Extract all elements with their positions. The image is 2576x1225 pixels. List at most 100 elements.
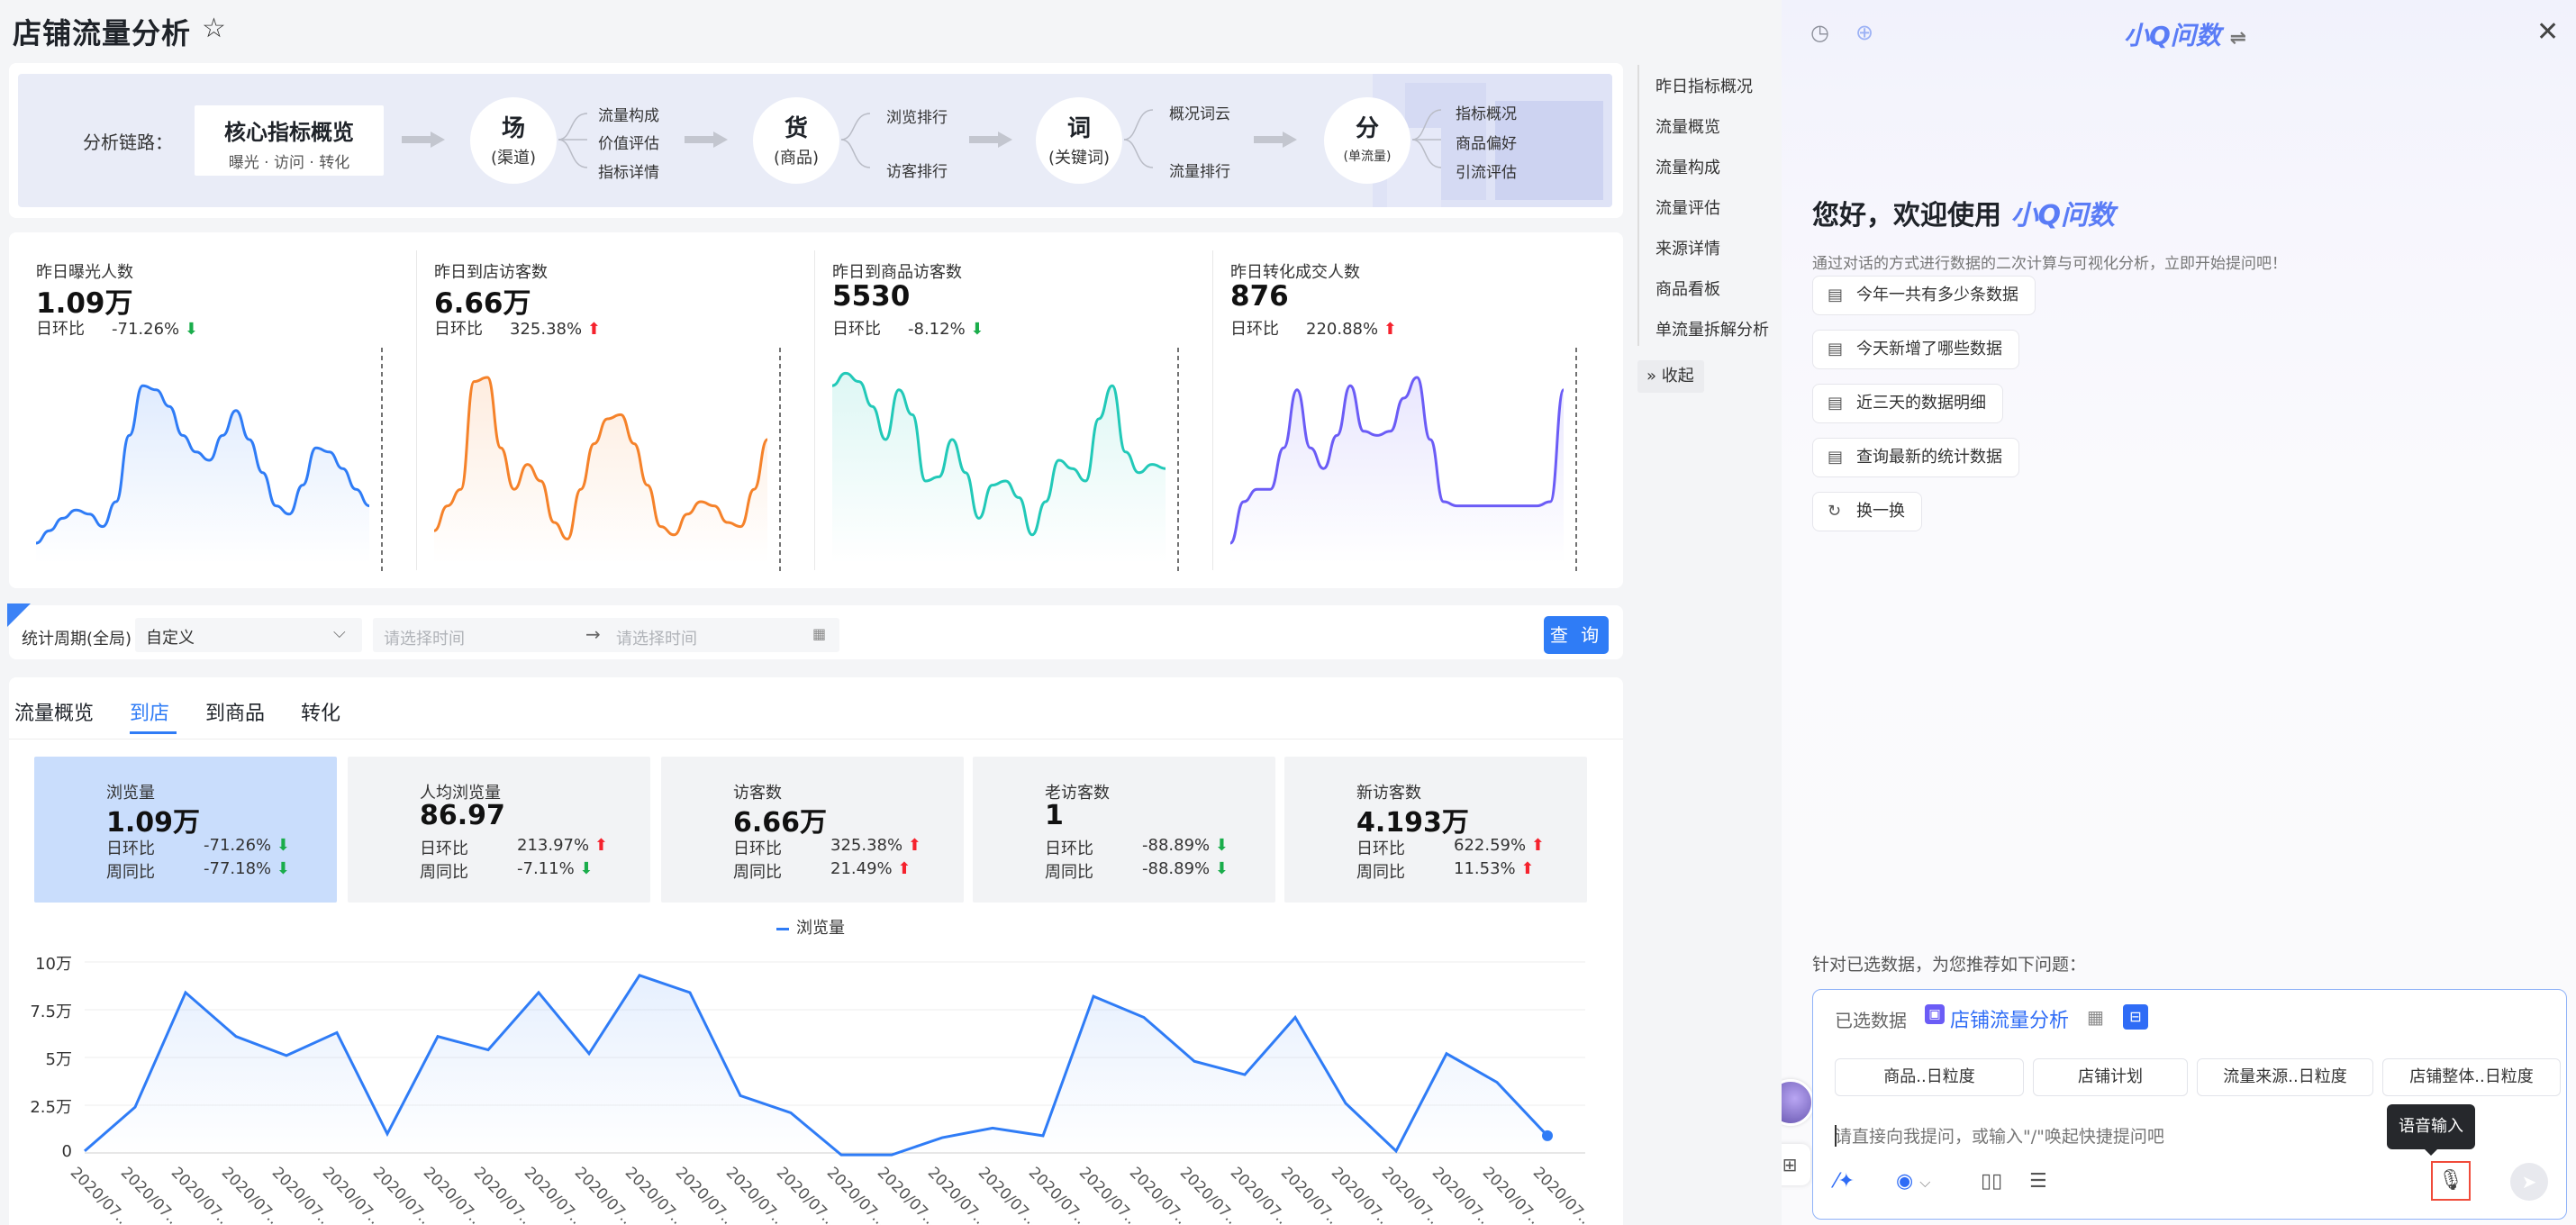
greeting: 您好，欢迎使用 小Q问数: [1812, 193, 2115, 232]
metric-row: 日环比 622.59% ⬆: [1356, 836, 1545, 859]
metric-row: 日环比 -88.89% ⬇: [1045, 836, 1229, 859]
row-pct: -88.89%: [1142, 859, 1211, 878]
metric-card-new-visitors[interactable]: 新访客数 4.193万 日环比 622.59% ⬆ 周同比 11.53% ⬆: [1284, 757, 1587, 903]
y-tick-label: 10万: [35, 955, 72, 974]
kpi-value: 876: [1230, 280, 1289, 313]
nav-item[interactable]: 昨日指标概况: [1655, 74, 1753, 97]
row-pct: -7.11%: [517, 859, 575, 878]
voice-input-tooltip: 语音输入: [2387, 1104, 2475, 1156]
suggestion-item[interactable]: ▤ 近三天的数据明细: [1812, 384, 2003, 423]
question-input[interactable]: [1835, 1123, 2465, 1150]
chain-subitem[interactable]: 指标概况: [1456, 101, 1517, 123]
table-icon[interactable]: ▦: [2087, 1006, 2104, 1028]
period-select[interactable]: 自定义 ⌵: [135, 618, 362, 652]
kpi-compare: 日环比 -8.12% ⬇: [832, 316, 984, 340]
metric-card-avg-views[interactable]: 人均浏览量 86.97 日环比 213.97% ⬆ 周同比 -7.11% ⬇: [348, 757, 650, 903]
nav-item[interactable]: 来源详情: [1655, 236, 1720, 259]
tab-store[interactable]: 到店: [130, 697, 169, 726]
sparkline-area: [1230, 377, 1564, 564]
question-chip[interactable]: 流量来源..日粒度: [2197, 1058, 2373, 1096]
arrow-down-icon: ⬇: [1214, 836, 1229, 855]
microphone-icon[interactable]: 🎙: [2431, 1161, 2471, 1201]
cmp-label: 日环比: [434, 320, 483, 339]
kpi-compare: 日环比 325.38% ⬆: [434, 316, 601, 340]
switch-icon[interactable]: ⇌: [2230, 27, 2246, 50]
chain-subitem[interactable]: 流量构成: [598, 103, 659, 125]
new-chat-icon[interactable]: ⊕: [1855, 20, 1873, 45]
arrow-up-icon: ⬆: [1520, 859, 1535, 878]
kpi-compare: 日环比 220.88% ⬆: [1230, 316, 1397, 340]
arrow-down-icon: ⬇: [276, 859, 290, 878]
chain-subitem[interactable]: 引流评估: [1456, 159, 1517, 182]
metric-row: 日环比 325.38% ⬆: [733, 836, 921, 859]
metric-card-old-visitors[interactable]: 老访客数 1 日环比 -88.89% ⬇ 周同比 -88.89% ⬇: [973, 757, 1275, 903]
suggestion-text: 今年一共有多少条数据: [1856, 286, 2018, 304]
arrow-up-icon: ⬆: [1530, 836, 1545, 855]
chain-subitem[interactable]: 访客排行: [886, 159, 948, 181]
suggestion-item[interactable]: ▤ 今年一共有多少条数据: [1812, 276, 2036, 315]
note-icon: ▤: [1828, 448, 1844, 467]
history-icon[interactable]: ◷: [1810, 20, 1829, 45]
arrow-up-icon: ⬆: [586, 320, 601, 339]
tab-traffic-overview[interactable]: 流量概览: [14, 697, 94, 726]
data-point: [1542, 1130, 1553, 1141]
avatar[interactable]: [1782, 1079, 1814, 1126]
chain-subitem[interactable]: 浏览排行: [886, 104, 948, 127]
chain-subitem[interactable]: 商品偏好: [1456, 131, 1517, 153]
dataset-switch-icon[interactable]: ⊟: [2123, 1004, 2148, 1030]
question-chip[interactable]: 店铺整体..日粒度: [2382, 1058, 2561, 1096]
greeting-brand: 小Q问数: [2010, 200, 2115, 231]
kpi-card: 昨日曝光人数 1.09万 日环比 -71.26% ⬇ 昨日到店访客数 6.66万 …: [9, 232, 1623, 588]
grid-icon[interactable]: ⊞: [1782, 1144, 1810, 1185]
question-chip[interactable]: 店铺计划: [2033, 1058, 2188, 1096]
query-button[interactable]: 查 询: [1544, 616, 1609, 654]
nav-item[interactable]: 流量构成: [1655, 155, 1720, 178]
date-range-picker[interactable]: 请选择时间 → 请选择时间 ▦: [373, 618, 839, 652]
suggestion-item[interactable]: ▤ 今天新增了哪些数据: [1812, 330, 2019, 369]
kpi-sparkline: [831, 348, 1179, 573]
metric-row: 日环比 -71.26% ⬇: [106, 836, 290, 859]
arrow-up-icon: ⬆: [897, 859, 912, 878]
suggestion-text: 近三天的数据明细: [1856, 394, 1986, 413]
nav-item[interactable]: 商品看板: [1655, 277, 1720, 300]
nav-item[interactable]: 单流量拆解分析: [1655, 317, 1769, 340]
metric-row: 周同比 21.49% ⬆: [733, 859, 911, 883]
chain-subitem[interactable]: 价值评估: [598, 131, 659, 153]
chain-subitem[interactable]: 流量排行: [1169, 159, 1230, 181]
nav-item[interactable]: 流量概览: [1655, 114, 1720, 138]
book-icon[interactable]: ▯▯: [1981, 1170, 2002, 1193]
chain-subitem[interactable]: 指标详情: [598, 159, 659, 182]
note-icon: ▤: [1828, 394, 1844, 413]
y-tick-label: 0: [61, 1142, 72, 1161]
metric-card-visitors[interactable]: 访客数 6.66万 日环比 325.38% ⬆ 周同比 21.49% ⬆: [661, 757, 964, 903]
tab-conversion[interactable]: 转化: [301, 697, 340, 726]
period-label: 统计周期(全局): [22, 630, 132, 649]
row-label: 日环比: [733, 839, 782, 858]
collapse-button[interactable]: » 收起: [1637, 360, 1704, 393]
question-chip[interactable]: 商品..日粒度: [1835, 1058, 2024, 1096]
list-icon[interactable]: ☰: [2029, 1170, 2047, 1193]
kpi-sparkline: [433, 348, 781, 573]
suggestion-item[interactable]: ▤ 查询最新的统计数据: [1812, 438, 2019, 477]
cmp-pct: 325.38%: [510, 320, 583, 339]
recommend-label: 针对已选数据，为您推荐如下问题：: [1812, 955, 2087, 975]
end-date-input[interactable]: 请选择时间: [616, 626, 697, 649]
tab-goods[interactable]: 到商品: [205, 697, 265, 726]
model-select-icon[interactable]: ◉ ⌵: [1896, 1170, 1930, 1193]
magic-wand-icon[interactable]: ⁄✦: [1835, 1170, 1855, 1193]
assistant-panel: ◷ ⊕ 小Q问数 ⇌ ✕ 您好，欢迎使用 小Q问数 通过对话的方式进行数据的二次…: [1782, 0, 2576, 1225]
metric-row: 日环比 213.97% ⬆: [420, 836, 608, 859]
row-label: 日环比: [420, 839, 468, 858]
dataset-name[interactable]: 店铺流量分析: [1950, 1004, 2069, 1033]
close-icon[interactable]: ✕: [2536, 16, 2559, 48]
refresh-button[interactable]: ↻ 换一换: [1812, 492, 1922, 531]
assistant-title: 小Q问数 ⇌: [2124, 16, 2246, 52]
chain-subitem[interactable]: 概况词云: [1169, 101, 1230, 123]
start-date-input[interactable]: 请选择时间: [384, 626, 465, 649]
row-label: 周同比: [106, 863, 155, 882]
nav-item[interactable]: 流量评估: [1655, 195, 1720, 219]
kpi-exposure: 昨日曝光人数 1.09万 日环比 -71.26% ⬇: [9, 232, 407, 588]
metric-card-pageviews[interactable]: 浏览量 1.09万 日环比 -71.26% ⬇ 周同比 -77.18% ⬇: [34, 757, 337, 903]
send-icon[interactable]: ➤: [2510, 1163, 2548, 1201]
kpi-value: 1.09万: [36, 287, 133, 320]
